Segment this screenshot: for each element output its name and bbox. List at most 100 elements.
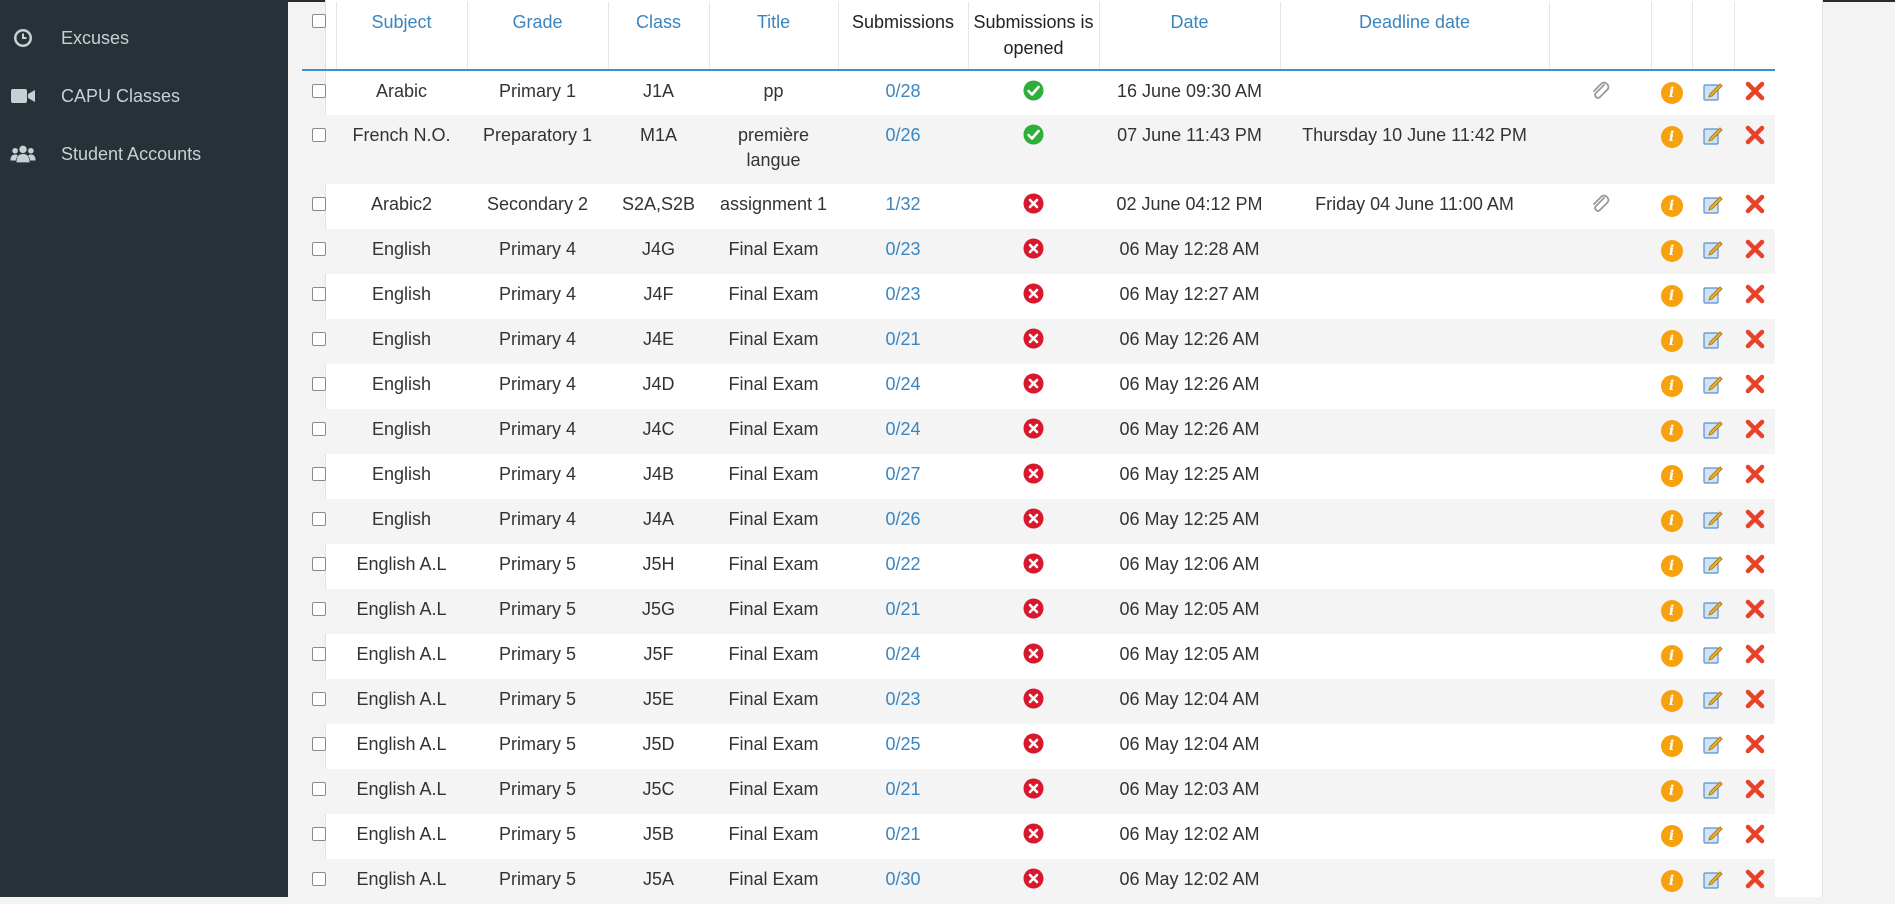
- row-checkbox[interactable]: [312, 287, 326, 301]
- delete-icon[interactable]: [1744, 373, 1766, 395]
- row-checkbox[interactable]: [312, 242, 326, 256]
- submissions-link[interactable]: 0/21: [885, 329, 920, 349]
- row-checkbox[interactable]: [312, 197, 326, 211]
- submissions-link[interactable]: 0/23: [885, 284, 920, 304]
- row-checkbox[interactable]: [312, 332, 326, 346]
- info-icon[interactable]: i: [1660, 195, 1683, 217]
- delete-icon[interactable]: [1744, 463, 1766, 485]
- edit-icon[interactable]: [1702, 463, 1724, 485]
- submissions-link[interactable]: 0/23: [885, 239, 920, 259]
- submissions-link[interactable]: 0/24: [885, 419, 920, 439]
- delete-icon[interactable]: [1744, 823, 1766, 845]
- delete-icon[interactable]: [1744, 193, 1766, 215]
- submissions-link[interactable]: 0/27: [885, 464, 920, 484]
- delete-icon[interactable]: [1744, 868, 1766, 890]
- column-header-grade[interactable]: Grade: [467, 2, 609, 71]
- sidebar-item-student-accounts[interactable]: Student Accounts: [0, 134, 288, 174]
- delete-icon[interactable]: [1744, 508, 1766, 530]
- submissions-link[interactable]: 0/24: [885, 644, 920, 664]
- delete-icon[interactable]: [1744, 283, 1766, 305]
- info-icon[interactable]: i: [1660, 555, 1683, 577]
- edit-icon[interactable]: [1702, 598, 1724, 620]
- info-icon[interactable]: i: [1660, 285, 1683, 307]
- edit-icon[interactable]: [1702, 508, 1724, 530]
- submissions-link[interactable]: 0/24: [885, 374, 920, 394]
- row-checkbox[interactable]: [312, 647, 326, 661]
- paperclip-icon[interactable]: [1589, 193, 1611, 215]
- info-icon[interactable]: i: [1660, 465, 1683, 487]
- row-checkbox[interactable]: [312, 557, 326, 571]
- edit-icon[interactable]: [1702, 733, 1724, 755]
- select-all-checkbox[interactable]: [311, 14, 326, 28]
- info-icon[interactable]: i: [1660, 330, 1683, 352]
- edit-icon[interactable]: [1702, 778, 1724, 800]
- row-checkbox[interactable]: [312, 782, 326, 796]
- delete-icon[interactable]: [1744, 328, 1766, 350]
- paperclip-icon[interactable]: [1589, 80, 1611, 102]
- column-header-class[interactable]: Class: [608, 2, 710, 71]
- info-icon[interactable]: i: [1660, 126, 1683, 148]
- info-icon[interactable]: i: [1660, 735, 1683, 757]
- delete-icon[interactable]: [1744, 778, 1766, 800]
- info-icon[interactable]: i: [1660, 780, 1683, 802]
- info-icon[interactable]: i: [1660, 510, 1683, 532]
- edit-icon[interactable]: [1702, 193, 1724, 215]
- row-checkbox[interactable]: [312, 602, 326, 616]
- row-checkbox[interactable]: [312, 827, 326, 841]
- edit-icon[interactable]: [1702, 124, 1724, 146]
- submissions-link[interactable]: 0/23: [885, 689, 920, 709]
- delete-icon[interactable]: [1744, 553, 1766, 575]
- row-checkbox[interactable]: [312, 737, 326, 751]
- column-header-date[interactable]: Date: [1099, 2, 1281, 71]
- edit-icon[interactable]: [1702, 238, 1724, 260]
- delete-icon[interactable]: [1744, 688, 1766, 710]
- submissions-link[interactable]: 0/30: [885, 869, 920, 889]
- column-header-title[interactable]: Title: [709, 2, 839, 71]
- info-icon[interactable]: i: [1660, 240, 1683, 262]
- submissions-link[interactable]: 0/22: [885, 554, 920, 574]
- info-icon[interactable]: i: [1660, 645, 1683, 667]
- edit-icon[interactable]: [1702, 418, 1724, 440]
- row-checkbox[interactable]: [312, 377, 326, 391]
- delete-icon[interactable]: [1744, 418, 1766, 440]
- delete-icon[interactable]: [1744, 124, 1766, 146]
- edit-icon[interactable]: [1702, 868, 1724, 890]
- delete-icon[interactable]: [1744, 598, 1766, 620]
- delete-icon[interactable]: [1744, 733, 1766, 755]
- info-icon[interactable]: i: [1660, 600, 1683, 622]
- delete-icon[interactable]: [1744, 643, 1766, 665]
- edit-icon[interactable]: [1702, 643, 1724, 665]
- submissions-link[interactable]: 0/21: [885, 824, 920, 844]
- submissions-link[interactable]: 0/26: [885, 509, 920, 529]
- row-checkbox[interactable]: [312, 872, 326, 886]
- row-checkbox[interactable]: [312, 692, 326, 706]
- info-icon[interactable]: i: [1660, 825, 1683, 847]
- edit-icon[interactable]: [1702, 553, 1724, 575]
- submissions-link[interactable]: 0/21: [885, 779, 920, 799]
- column-header-subject[interactable]: Subject: [336, 2, 468, 71]
- column-header-deadline[interactable]: Deadline date: [1280, 2, 1550, 71]
- edit-icon[interactable]: [1702, 283, 1724, 305]
- row-checkbox[interactable]: [312, 128, 326, 142]
- info-icon[interactable]: i: [1660, 870, 1683, 892]
- delete-icon[interactable]: [1744, 238, 1766, 260]
- submissions-link[interactable]: 1/32: [885, 194, 920, 214]
- submissions-link[interactable]: 0/26: [885, 125, 920, 145]
- edit-icon[interactable]: [1702, 80, 1724, 102]
- submissions-link[interactable]: 0/21: [885, 599, 920, 619]
- edit-icon[interactable]: [1702, 373, 1724, 395]
- delete-icon[interactable]: [1744, 80, 1766, 102]
- row-checkbox[interactable]: [312, 512, 326, 526]
- edit-icon[interactable]: [1702, 328, 1724, 350]
- sidebar-item-capu-classes[interactable]: CAPU Classes: [0, 76, 288, 116]
- submissions-link[interactable]: 0/28: [885, 81, 920, 101]
- info-icon[interactable]: i: [1660, 375, 1683, 397]
- info-icon[interactable]: i: [1660, 420, 1683, 442]
- sidebar-item-excuses[interactable]: Excuses: [0, 18, 288, 58]
- row-checkbox[interactable]: [312, 422, 326, 436]
- edit-icon[interactable]: [1702, 688, 1724, 710]
- row-checkbox[interactable]: [312, 467, 326, 481]
- edit-icon[interactable]: [1702, 823, 1724, 845]
- row-checkbox[interactable]: [312, 84, 326, 98]
- info-icon[interactable]: i: [1660, 82, 1683, 104]
